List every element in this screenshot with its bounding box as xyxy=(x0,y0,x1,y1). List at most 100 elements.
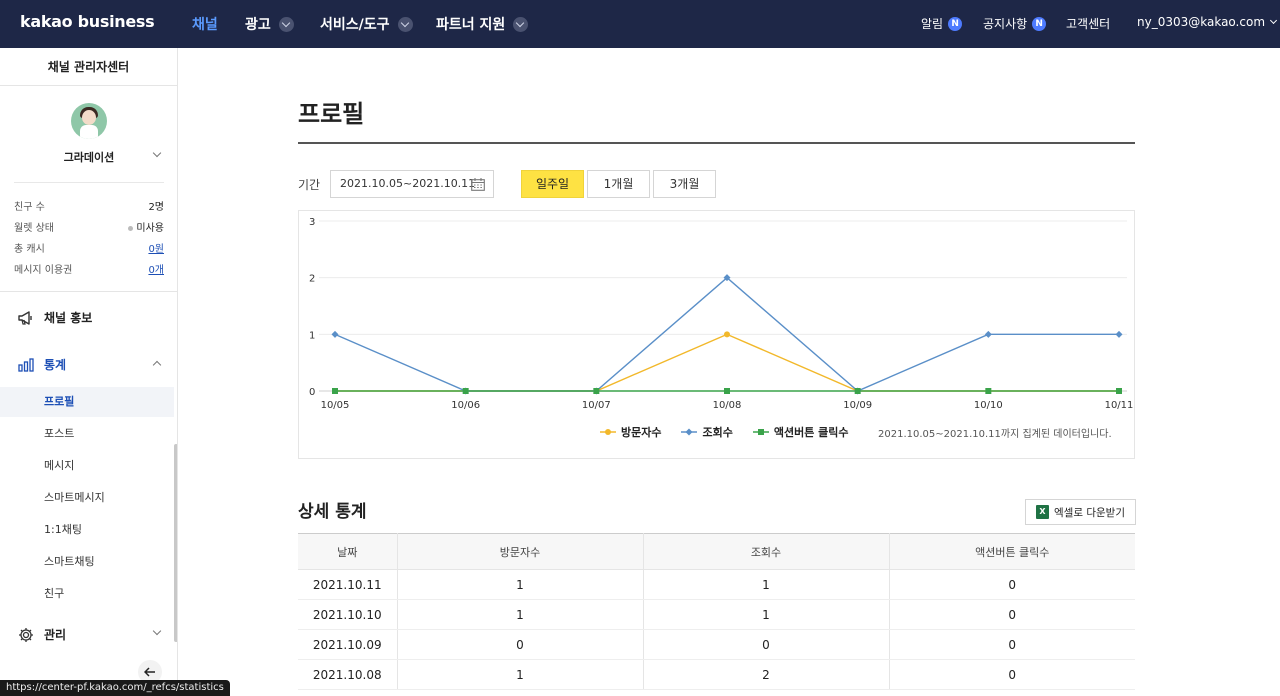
series-line-1 xyxy=(335,333,1119,392)
action-clicks-point xyxy=(985,388,992,394)
info-value: 미사용 xyxy=(136,223,164,234)
profile-name[interactable]: 그라데이션 xyxy=(0,149,177,165)
chevron-up-icon[interactable] xyxy=(152,360,162,370)
top-nav-bar: kakao business 채널 광고 서비스/도구 파트너 지원 알림 N … xyxy=(0,0,1280,48)
submenu-friends[interactable]: 친구 xyxy=(0,579,174,609)
legend-label: 액션버튼 클릭수 xyxy=(773,426,849,439)
chart-note: 2021.10.05~2021.10.11까지 집계된 데이터입니다. xyxy=(878,429,1112,440)
legend-action-clicks[interactable]: 액션버튼 클릭수 xyxy=(752,424,849,440)
legend-views-marker xyxy=(681,428,698,436)
nav-services-label: 서비스/도구 xyxy=(320,17,390,33)
legend-views[interactable]: 조회수 xyxy=(681,424,733,440)
nav-channel-label: 채널 xyxy=(192,17,218,33)
excel-icon: X xyxy=(1036,505,1050,519)
line-chart: 0 1 2 3 10/05 10/06 10/07 10/08 10/09 10/10 10/11 xyxy=(309,217,1134,411)
date-range-value: 2021.10.05~2021.10.11 xyxy=(340,177,476,190)
menu-manage[interactable]: 관리 xyxy=(18,626,66,643)
divider xyxy=(0,291,177,292)
visitors-point xyxy=(724,331,730,338)
x-tick-label: 10/05 xyxy=(321,400,350,411)
chevron-down-icon xyxy=(513,16,529,32)
account-menu[interactable]: ny_0303@kakao.com xyxy=(1137,15,1278,29)
support-link[interactable]: 고객센터 xyxy=(1066,15,1110,32)
nav-services-tools[interactable]: 서비스/도구 xyxy=(320,14,413,34)
sidebar: 채널 관리자센터 그라데이션 친구 수 2명 월렛 상태 미사용 총 캐시 0원… xyxy=(0,48,178,696)
menu-channel-promo[interactable]: 채널 홍보 xyxy=(18,309,92,326)
table-row: 2021.10.11 1 1 0 xyxy=(298,569,1135,600)
nav-partner-label: 파트너 지원 xyxy=(436,17,506,33)
sidebar-scrollbar[interactable] xyxy=(174,444,177,642)
excel-label: 엑셀로 다운받기 xyxy=(1054,506,1125,519)
stats-table: 날짜 방문자수 조회수 액션버튼 클릭수 2021.10.11 1 1 0 20… xyxy=(298,533,1135,690)
cell-action-clicks: 0 xyxy=(889,629,1135,660)
arrow-left-icon xyxy=(144,667,155,677)
kakao-business-logo[interactable]: kakao business xyxy=(20,12,155,31)
legend-visitors[interactable]: 방문자수 xyxy=(600,424,661,440)
cell-views: 1 xyxy=(643,599,890,630)
info-label: 메시지 이용권 xyxy=(14,265,73,276)
submenu-smart-chat[interactable]: 스마트채팅 xyxy=(0,547,174,577)
col-action-clicks: 액션버튼 클릭수 xyxy=(889,533,1135,570)
menu-statistics[interactable]: 통계 xyxy=(18,356,66,373)
submenu-1on1-chat[interactable]: 1:1채팅 xyxy=(0,515,174,545)
notice-link[interactable]: 공지사항 N xyxy=(983,15,1047,32)
info-value-wrap: 미사용 xyxy=(128,219,164,234)
action-clicks-point xyxy=(593,388,600,394)
cell-date: 2021.10.11 xyxy=(298,569,398,600)
chevron-down-icon xyxy=(278,16,294,32)
info-friends: 친구 수 2명 xyxy=(14,198,164,213)
x-tick-label: 10/10 xyxy=(974,400,1003,411)
table-row: 2021.10.10 1 1 0 xyxy=(298,599,1135,630)
menu-label: 채널 홍보 xyxy=(44,311,93,325)
chevron-down-icon xyxy=(1269,16,1278,25)
menu-label: 관리 xyxy=(44,628,67,642)
period-week-button[interactable]: 일주일 xyxy=(521,170,584,198)
chevron-down-icon[interactable] xyxy=(152,626,162,636)
legend-action-marker xyxy=(752,429,769,435)
page-title: 프로필 xyxy=(298,100,365,128)
info-value-link[interactable]: 0개 xyxy=(148,261,164,276)
calendar-icon xyxy=(471,178,485,191)
action-clicks-point xyxy=(1116,388,1122,394)
period-3month-button[interactable]: 3개월 xyxy=(653,170,716,198)
section-title: 상세 통계 xyxy=(298,502,367,522)
gear-icon xyxy=(19,627,33,642)
cell-date: 2021.10.08 xyxy=(298,659,398,690)
info-value: 2명 xyxy=(148,202,164,213)
col-date: 날짜 xyxy=(298,533,398,570)
alerts-link[interactable]: 알림 N xyxy=(921,15,963,32)
x-tick-label: 10/06 xyxy=(451,400,480,411)
col-views: 조회수 xyxy=(643,533,890,570)
excel-download-button[interactable]: X 엑셀로 다운받기 xyxy=(1025,499,1136,525)
action-clicks-point xyxy=(854,388,861,394)
nav-ads-label: 광고 xyxy=(245,17,271,33)
info-value-link[interactable]: 0원 xyxy=(148,240,164,255)
cell-date: 2021.10.10 xyxy=(298,599,398,630)
submenu-message[interactable]: 메시지 xyxy=(0,451,174,481)
cell-views: 1 xyxy=(643,569,890,600)
support-label: 고객센터 xyxy=(1066,17,1111,31)
nav-ads[interactable]: 광고 xyxy=(245,14,294,34)
date-range-picker[interactable]: 2021.10.05~2021.10.11 xyxy=(330,170,494,198)
nav-channel[interactable]: 채널 xyxy=(192,14,218,34)
cell-visitors: 0 xyxy=(397,629,644,660)
submenu-profile[interactable]: 프로필 xyxy=(0,387,174,417)
cell-date: 2021.10.09 xyxy=(298,629,398,660)
legend-visitors-marker xyxy=(600,429,616,435)
chart-container: 0 1 2 3 10/05 10/06 10/07 10/08 10/09 10/10 10/11 xyxy=(298,210,1135,459)
submenu-post[interactable]: 포스트 xyxy=(0,419,174,449)
status-bar-url: https://center-pf.kakao.com/_refcs/stati… xyxy=(0,680,230,696)
bar-chart-icon xyxy=(18,357,34,372)
period-1month-button[interactable]: 1개월 xyxy=(587,170,650,198)
cell-action-clicks: 0 xyxy=(889,659,1135,690)
x-tick-label: 10/11 xyxy=(1105,400,1134,411)
y-tick-label: 0 xyxy=(309,387,315,398)
submenu-smart-message[interactable]: 스마트메시지 xyxy=(0,483,174,513)
account-email: ny_0303@kakao.com xyxy=(1137,15,1266,29)
nav-partner-support[interactable]: 파트너 지원 xyxy=(436,14,529,34)
cell-action-clicks: 0 xyxy=(889,569,1135,600)
info-label: 친구 수 xyxy=(14,202,45,213)
info-label: 총 캐시 xyxy=(14,244,45,255)
info-message-ticket: 메시지 이용권 0개 xyxy=(14,261,164,276)
avatar xyxy=(71,103,107,139)
